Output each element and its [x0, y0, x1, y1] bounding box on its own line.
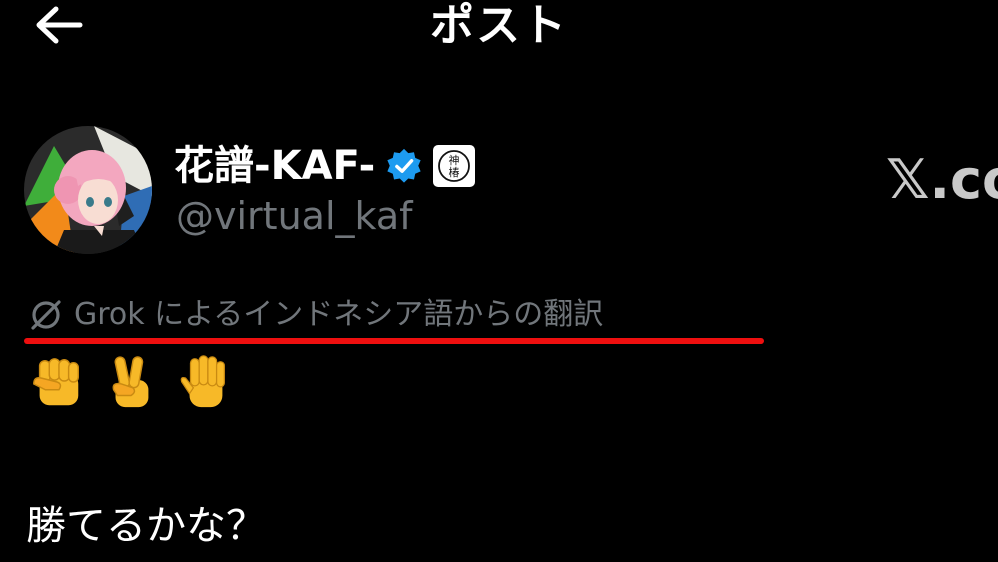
- translation-label: Grok によるインドネシア語からの翻訳: [74, 297, 604, 332]
- kamitsubaki-badge-icon[interactable]: 神 椿: [433, 145, 476, 187]
- svg-text:椿: 椿: [449, 166, 460, 179]
- watermark-text: 𝕏.co: [886, 148, 998, 211]
- author-name-row[interactable]: 花譜-KAF- 神 椿: [174, 138, 476, 194]
- post-text: 勝てるかな？: [26, 503, 266, 549]
- raised-hand-emoji: [180, 355, 225, 408]
- highlight-underline: [24, 338, 764, 344]
- badge-seal: 神 椿: [438, 150, 471, 182]
- author-handle[interactable]: @virtual_kaf: [176, 190, 413, 242]
- page-title: ポスト: [430, 0, 568, 51]
- avatar-image: [24, 126, 152, 254]
- victory-hand-emoji: [112, 356, 149, 408]
- grok-icon: [31, 300, 61, 330]
- emoji-row: [28, 352, 234, 412]
- raised-fist-emoji: [33, 358, 79, 406]
- svg-text:神: 神: [449, 153, 460, 167]
- display-name: 花譜-KAF-: [174, 143, 376, 189]
- top-bar: ポスト: [0, 0, 998, 56]
- avatar[interactable]: [24, 126, 152, 254]
- verified-badge-icon: [387, 148, 421, 183]
- translation-notice[interactable]: Grok によるインドネシア語からの翻訳: [28, 292, 603, 338]
